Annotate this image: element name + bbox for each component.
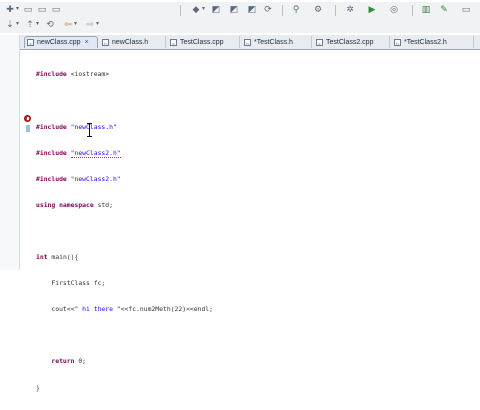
code-line-text: FirstClass fc; (36, 279, 106, 288)
tab-testclass-cpp[interactable]: c TestClass.cpp (168, 36, 240, 48)
code-line-text: 0; (74, 357, 87, 366)
run-icon[interactable]: ▶ (366, 4, 378, 16)
code-line: cout<<" hi there "<<fc.num2Meth(22)<<end… (36, 305, 476, 314)
editor-ruler (20, 51, 31, 270)
code-line: #include "newClass2.h" (36, 174, 121, 183)
code-line: } (36, 384, 476, 393)
forward-dropdown-icon[interactable]: ▾ (96, 20, 99, 27)
code-line: #include <iostream> (36, 70, 110, 79)
code-line: int main(){ (36, 253, 79, 262)
external-tools-icon[interactable]: ◎ (388, 4, 400, 16)
print-icon[interactable]: ▭ (50, 4, 62, 16)
tab-newclass-h[interactable]: h newClass.h (100, 36, 166, 48)
cpp-file-icon: c (170, 38, 177, 46)
search-icon[interactable]: ⚲ (290, 4, 302, 16)
text-cursor-icon (87, 123, 92, 137)
tab-label: newClass.cpp (37, 39, 81, 46)
more-icon[interactable]: ▭ (460, 4, 472, 16)
cpp-file-icon: c (27, 39, 34, 46)
tab-label: *TestClass.h (254, 38, 293, 46)
open-perspective-icon[interactable]: ▥ (420, 4, 432, 16)
code-line-text: <<fc.num2Meth(22)<<endl; (120, 305, 213, 314)
code-line-text: <iostream> (70, 70, 110, 79)
tab-testclass2-h[interactable]: h *TestClass2.h (392, 36, 474, 48)
toolbar-separator (282, 5, 283, 16)
header-file-icon: h (394, 38, 401, 46)
build-dropdown-icon[interactable]: ▾ (202, 5, 205, 12)
selection-marker (26, 125, 30, 132)
navigation-toolbar: ⇣ ▾ ⇡ ▾ ⟲ ⇦ ▾ ⇨ ▾ (0, 17, 480, 33)
code-line-text: main(){ (51, 253, 79, 262)
code-line: #include "newClass2.h" (36, 148, 121, 158)
header-file-icon: h (244, 38, 251, 46)
code-line-text: cout<< (36, 305, 75, 314)
tab-testclass-h[interactable]: h *TestClass.h (242, 36, 312, 48)
code-editor[interactable]: c newClass.cpp × h newClass.h c TestClas… (20, 35, 480, 392)
debug-icon[interactable]: ✲ (344, 4, 356, 16)
code-line: return 0; (36, 357, 476, 366)
tab-label: newClass.h (112, 38, 149, 46)
code-line-text: } (36, 383, 40, 392)
new-folder-icon[interactable]: ◩ (246, 4, 258, 16)
new-file-icon[interactable]: ◩ (228, 4, 240, 16)
prev-annotation-dropdown-icon[interactable]: ▾ (36, 20, 39, 27)
new-class-icon[interactable]: ◩ (210, 4, 222, 16)
error-marker-icon[interactable] (24, 115, 31, 122)
new-dropdown-arrow-icon[interactable]: ▾ (16, 5, 19, 12)
toolbar-separator (335, 5, 336, 16)
back-dropdown-icon[interactable]: ▾ (74, 20, 77, 27)
code-text[interactable]: #include <iostream> #include "newClass.h… (36, 53, 476, 410)
header-file-icon: h (102, 38, 109, 46)
last-edit-icon[interactable]: ⟲ (44, 19, 56, 31)
tab-label: *TestClass2.h (404, 38, 447, 46)
code-line: #include "newClass.h" (36, 122, 117, 131)
code-line-text: std; (97, 200, 113, 209)
annotation-dropdown-icon[interactable]: ▾ (16, 20, 19, 27)
cpp-file-icon: c (316, 38, 323, 46)
edit-icon[interactable]: ✎ (438, 4, 450, 16)
code-line-text: "newClass2.h" (70, 148, 121, 158)
back-icon[interactable]: ⇦ (62, 19, 74, 31)
tools-icon[interactable]: ⚙ (312, 4, 324, 16)
forward-icon[interactable]: ⇨ (84, 19, 96, 31)
toolbar-separator (180, 5, 181, 16)
main-toolbar: ✚ ▾ ▭ ▭ ▭ ◆ ▾ ◩ ◩ ◩ ⟳ ⚲ ⚙ ✲ ▶ ◎ ▥ ✎ ▭ (0, 2, 480, 18)
toolbar-separator (412, 5, 413, 16)
code-line-text: "newClass2.h" (70, 174, 121, 183)
code-string: " hi there " (74, 305, 121, 314)
new-icon[interactable]: ✚ (4, 4, 16, 16)
editor-tab-bar: c newClass.cpp × h newClass.h c TestClas… (20, 35, 480, 50)
save-icon[interactable]: ▭ (22, 4, 34, 16)
tab-newclass-cpp[interactable]: c newClass.cpp × (24, 36, 98, 48)
code-line-text: "newClass.h" (70, 122, 117, 131)
close-icon[interactable]: × (85, 39, 89, 46)
code-keyword: return (51, 357, 75, 366)
build-icon[interactable]: ◆ (190, 4, 202, 16)
tab-testclass2-cpp[interactable]: c TestClass2.cpp (314, 36, 390, 48)
save-all-icon[interactable]: ▭ (36, 4, 48, 16)
tab-label: TestClass2.cpp (326, 38, 374, 46)
prev-annotation-icon[interactable]: ⇡ (24, 19, 36, 31)
tab-label: TestClass.cpp (180, 38, 224, 46)
code-line: FirstClass fc; (36, 279, 476, 288)
next-annotation-icon[interactable]: ⇣ (4, 19, 16, 31)
code-line: using namespace std; (36, 200, 113, 209)
refresh-icon[interactable]: ⟳ (262, 4, 274, 16)
left-panel-strip (0, 35, 20, 270)
